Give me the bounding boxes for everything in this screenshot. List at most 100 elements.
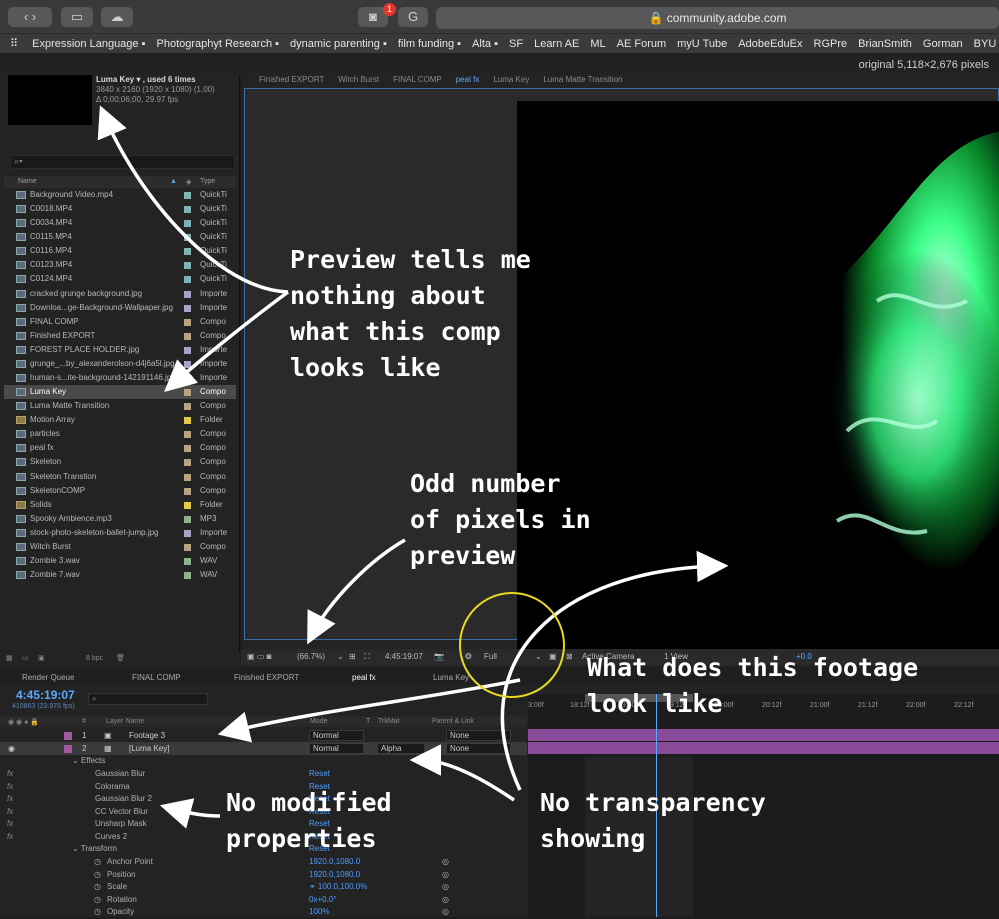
- resolution-dropdown[interactable]: Full: [484, 652, 497, 661]
- apps-grid-icon[interactable]: ⠿: [10, 34, 18, 53]
- project-item[interactable]: peal fx Compo: [4, 441, 236, 455]
- breadcrumb-item[interactable]: FINAL COMP: [393, 75, 442, 84]
- magnification-icon[interactable]: ▣ ▭ ◙: [247, 652, 271, 661]
- label-swatch[interactable]: [184, 389, 191, 397]
- bookmark-item[interactable]: myU Tube: [677, 34, 727, 53]
- layer-row-footage-3[interactable]: 1 ▣ Footage 3 Normal None: [0, 729, 527, 742]
- project-item[interactable]: C0123.MP4 QuickTi: [4, 258, 236, 272]
- bookmark-item[interactable]: SF: [509, 34, 523, 53]
- project-item[interactable]: Witch Burst Compo: [4, 540, 236, 554]
- camera-snapshot-icon[interactable]: 📷: [434, 652, 444, 661]
- label-swatch[interactable]: [184, 360, 191, 368]
- transform-property-row[interactable]: ◷ Opacity 100% ◎: [0, 906, 527, 919]
- label-swatch[interactable]: [184, 276, 191, 284]
- timeline-tab[interactable]: peal fx: [352, 673, 376, 682]
- project-item[interactable]: FINAL COMP Compo: [4, 315, 236, 329]
- project-item[interactable]: Zombie 3.wav WAV: [4, 554, 236, 568]
- effect-row[interactable]: fx Gaussian Blur Reset: [0, 768, 527, 781]
- bookmark-item[interactable]: Gorman: [923, 34, 963, 53]
- label-swatch[interactable]: [184, 192, 191, 199]
- current-timecode[interactable]: 4:45:19:07: [16, 688, 75, 702]
- viewer-timecode[interactable]: 4:45:19:07: [385, 652, 423, 661]
- address-bar[interactable]: 🔒 community.adobe.com: [436, 7, 999, 29]
- project-item[interactable]: C0034.MP4 QuickTi: [4, 216, 236, 230]
- interpret-footage-icon[interactable]: ▦: [6, 654, 13, 662]
- project-item[interactable]: C0018.MP4 QuickTi: [4, 202, 236, 216]
- region-of-interest-icon[interactable]: ▣: [549, 652, 557, 661]
- stopwatch-icon[interactable]: ◷: [94, 894, 101, 906]
- label-swatch[interactable]: [184, 501, 191, 509]
- fx-toggle-icon[interactable]: fx: [7, 806, 13, 818]
- label-swatch[interactable]: [184, 220, 191, 228]
- project-item[interactable]: Luma Key Compo: [4, 385, 236, 400]
- blend-mode-dropdown[interactable]: Normal: [309, 743, 364, 754]
- timeline-tab[interactable]: Finished EXPORT: [234, 673, 299, 682]
- layer-name[interactable]: Footage 3: [129, 729, 165, 742]
- project-item[interactable]: Skeleton Transtion Compo: [4, 470, 236, 484]
- label-tag-icon[interactable]: ◈: [186, 178, 191, 186]
- project-item[interactable]: C0116.MP4 QuickTi: [4, 244, 236, 258]
- eye-icon[interactable]: ◉: [8, 742, 15, 755]
- timeline-tab[interactable]: FINAL COMP: [132, 673, 181, 682]
- effects-group[interactable]: ⌄ Effects: [0, 755, 527, 768]
- project-item[interactable]: Zombie 7.wav WAV: [4, 568, 236, 582]
- bookmark-item[interactable]: RGPre: [814, 34, 848, 53]
- bookmark-item[interactable]: film funding ▪: [398, 34, 461, 53]
- project-item[interactable]: Downloa...ge-Background-Wallpaper.jpg Imp…: [4, 301, 236, 315]
- breadcrumb-item[interactable]: Luma Matte Transition: [543, 75, 622, 84]
- label-swatch[interactable]: [184, 248, 191, 256]
- property-value[interactable]: 0x+0.0°: [309, 894, 336, 906]
- breadcrumb-item[interactable]: Finished EXPORT: [259, 75, 324, 84]
- bookmark-item[interactable]: Learn AE: [534, 34, 579, 53]
- back-forward-buttons[interactable]: ‹ ›: [8, 7, 52, 27]
- project-item[interactable]: Skeleton Compo: [4, 455, 236, 469]
- stopwatch-icon[interactable]: ◷: [94, 881, 101, 893]
- label-swatch[interactable]: [184, 290, 191, 298]
- label-swatch[interactable]: [184, 262, 191, 270]
- label-swatch[interactable]: [184, 487, 191, 495]
- label-swatch[interactable]: [184, 375, 191, 383]
- layer-name-header[interactable]: Layer Name: [106, 718, 144, 725]
- transform-property-row[interactable]: ◷ Anchor Point 1920.0,1080.0 ◎: [0, 856, 527, 869]
- bpc-label[interactable]: 8 bpc: [86, 655, 103, 662]
- label-swatch[interactable]: [184, 473, 191, 481]
- project-item[interactable]: C0115.MP4 QuickTi: [4, 230, 236, 244]
- fx-toggle-icon[interactable]: fx: [7, 793, 13, 805]
- color-channel-icon[interactable]: ❂: [465, 652, 472, 661]
- zoom-dropdown[interactable]: (66.7%): [297, 652, 325, 661]
- label-swatch[interactable]: [184, 558, 191, 566]
- expression-pickwhip-icon[interactable]: ◎: [442, 856, 449, 868]
- bookmark-item[interactable]: BYU: [974, 34, 997, 53]
- label-swatch[interactable]: [184, 445, 191, 453]
- label-swatch[interactable]: [184, 543, 191, 551]
- project-item[interactable]: grunge_...by_alexanderolson-d4j6a5l.jpg I…: [4, 357, 236, 371]
- parent-dropdown[interactable]: None: [446, 743, 511, 754]
- track-matte-dropdown[interactable]: Alpha: [377, 743, 425, 754]
- timeline-search-input[interactable]: ⌕: [88, 693, 208, 705]
- sort-arrow-icon[interactable]: ▲: [170, 178, 177, 185]
- project-item[interactable]: Luma Matte Transition Compo: [4, 399, 236, 413]
- label-swatch[interactable]: [184, 529, 191, 537]
- name-column-header[interactable]: Name: [18, 178, 37, 185]
- project-item[interactable]: Motion Array Folder: [4, 413, 236, 427]
- expression-pickwhip-icon[interactable]: ◎: [442, 881, 449, 893]
- property-value[interactable]: ⚭ 100.0,100.0%: [309, 881, 367, 893]
- transform-property-row[interactable]: ◷ Position 1920.0,1080.0 ◎: [0, 869, 527, 882]
- cloud-icon[interactable]: ☁: [101, 7, 133, 27]
- project-item[interactable]: SkeletonCOMP Compo: [4, 484, 236, 498]
- transform-property-row[interactable]: ◷ Scale ⚭ 100.0,100.0% ◎: [0, 881, 527, 894]
- mask-icon[interactable]: ⛶: [364, 652, 370, 662]
- timeline-tab[interactable]: Luma Key: [433, 673, 469, 682]
- label-swatch[interactable]: [184, 332, 191, 340]
- chevron-down-icon[interactable]: ⌄: [535, 652, 542, 661]
- label-swatch[interactable]: [184, 318, 191, 326]
- breadcrumb-item[interactable]: Witch Burst: [338, 75, 379, 84]
- project-item[interactable]: Background Video.mp4 QuickTi: [4, 188, 236, 202]
- bookmark-item[interactable]: ML: [590, 34, 605, 53]
- chevron-down-icon[interactable]: ⌄: [337, 652, 344, 661]
- project-item[interactable]: C0124.MP4 QuickTi: [4, 272, 236, 286]
- layer-bar-luma-key[interactable]: [528, 742, 999, 754]
- expression-pickwhip-icon[interactable]: ◎: [442, 894, 449, 906]
- bookmark-item[interactable]: AdobeEduEx: [738, 34, 802, 53]
- project-search-input[interactable]: ⌕▾: [10, 155, 235, 169]
